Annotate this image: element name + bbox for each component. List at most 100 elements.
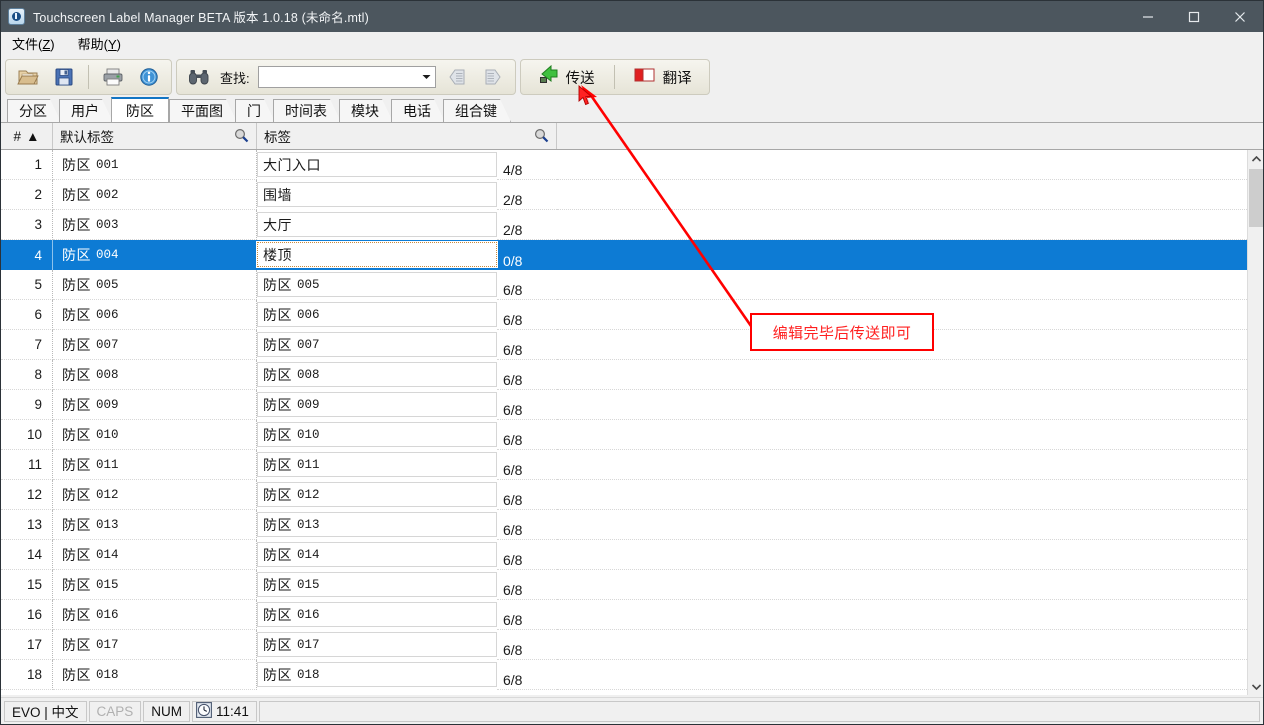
clock-icon — [196, 701, 212, 721]
table-row[interactable]: 9 防区 009 防区 009 6/8 — [1, 390, 1247, 420]
cell-assignment-count: 6/8 — [497, 630, 557, 660]
cell-label[interactable]: 防区 010 — [257, 422, 497, 447]
grid-header-row: # ▲ 默认标签 标签 — [1, 123, 1263, 150]
cell-label[interactable]: 防区 013 — [257, 512, 497, 537]
menu-item-help[interactable]: 帮助(Y) — [76, 32, 131, 55]
column-header-default-label[interactable]: 默认标签 — [53, 123, 257, 149]
chevron-down-icon[interactable] — [418, 67, 435, 87]
row-number: 18 — [1, 660, 53, 690]
cell-filler — [557, 510, 1247, 540]
table-row[interactable]: 12 防区 012 防区 012 6/8 — [1, 480, 1247, 510]
column-header-label[interactable]: 标签 — [257, 123, 557, 149]
table-row[interactable]: 16 防区 016 防区 016 6/8 — [1, 600, 1247, 630]
title-bar: Touchscreen Label Manager BETA 版本 1.0.18… — [1, 1, 1263, 32]
cell-filler — [557, 420, 1247, 450]
table-row[interactable]: 18 防区 018 防区 018 6/8 — [1, 660, 1247, 690]
table-row[interactable]: 14 防区 014 防区 014 6/8 — [1, 540, 1247, 570]
cell-label[interactable]: 防区 008 — [257, 362, 497, 387]
table-row[interactable]: 1 防区 001 大门入口 4/8 — [1, 150, 1247, 180]
toolbar-group-actions: 传送 翻译 — [519, 59, 710, 95]
tab-phone[interactable]: 电话 — [391, 99, 445, 122]
tab-zones[interactable]: 防区 — [111, 97, 169, 122]
scroll-down-icon[interactable] — [1248, 678, 1263, 695]
scroll-up-icon[interactable] — [1248, 150, 1263, 167]
tab-schedules[interactable]: 时间表 — [273, 99, 341, 122]
search-icon[interactable] — [234, 128, 249, 146]
cell-label[interactable]: 防区 011 — [257, 452, 497, 477]
cell-label[interactable]: 防区 009 — [257, 392, 497, 417]
close-icon[interactable] — [1217, 1, 1263, 32]
annotation-callout: 编辑完毕后传送即可 — [750, 313, 934, 351]
cell-label[interactable]: 防区 016 — [257, 602, 497, 627]
row-number: 3 — [1, 210, 53, 240]
cell-label[interactable]: 防区 014 — [257, 542, 497, 567]
table-row[interactable]: 13 防区 013 防区 013 6/8 — [1, 510, 1247, 540]
tab-partitions[interactable]: 分区 — [7, 99, 61, 122]
open-icon[interactable] — [13, 63, 43, 91]
table-row[interactable]: 2 防区 002 围墙 2/8 — [1, 180, 1247, 210]
cell-label[interactable]: 大厅 — [257, 212, 497, 237]
window-title: Touchscreen Label Manager BETA 版本 1.0.18… — [33, 11, 369, 25]
translate-button[interactable]: 翻译 — [624, 62, 702, 92]
cell-label[interactable]: 防区 017 — [257, 632, 497, 657]
cell-label[interactable]: 防区 006 — [257, 302, 497, 327]
tab-modules[interactable]: 模块 — [339, 99, 393, 122]
save-icon[interactable] — [49, 63, 79, 91]
table-row[interactable]: 10 防区 010 防区 010 6/8 — [1, 420, 1247, 450]
menu-bar: 文件(Z) 帮助(Y) — [1, 32, 1263, 56]
cell-assignment-count: 0/8 — [503, 253, 523, 269]
cell-label[interactable]: 防区 015 — [257, 572, 497, 597]
minimize-icon[interactable] — [1125, 1, 1171, 32]
cell-assignment-count: 6/8 — [497, 540, 557, 570]
table-row[interactable]: 4 防区 004 楼顶 0/8 — [1, 240, 1247, 270]
print-icon[interactable] — [98, 63, 128, 91]
binoculars-icon[interactable] — [184, 63, 214, 91]
cell-filler — [557, 210, 1247, 240]
column-header-number[interactable]: # ▲ — [1, 123, 53, 149]
tab-doors[interactable]: 门 — [235, 99, 275, 122]
scrollbar-thumb[interactable] — [1249, 169, 1263, 227]
cell-default-label: 防区 004 — [62, 247, 119, 263]
table-row[interactable]: 5 防区 005 防区 005 6/8 — [1, 270, 1247, 300]
status-panel-caps: CAPS — [88, 700, 142, 722]
cell-label[interactable]: 大门入口 — [257, 152, 497, 177]
table-row[interactable]: 3 防区 003 大厅 2/8 — [1, 210, 1247, 240]
table-row[interactable]: 8 防区 008 防区 008 6/8 — [1, 360, 1247, 390]
cell-label[interactable]: 防区 005 — [257, 272, 497, 297]
find-previous-icon[interactable] — [442, 63, 472, 91]
search-input[interactable] — [257, 66, 436, 88]
cell-filler — [557, 390, 1247, 420]
window-controls — [1125, 1, 1263, 32]
cell-assignment-count: 6/8 — [497, 420, 557, 450]
cell-label[interactable]: 围墙 — [257, 182, 497, 207]
table-row[interactable]: 17 防区 017 防区 017 6/8 — [1, 630, 1247, 660]
cell-default-label: 防区 015 — [53, 570, 257, 600]
transmit-green-icon — [538, 64, 559, 90]
info-icon[interactable] — [134, 63, 164, 91]
search-icon-2[interactable] — [534, 128, 549, 146]
table-row[interactable]: 15 防区 015 防区 015 6/8 — [1, 570, 1247, 600]
cell-label[interactable]: 防区 012 — [257, 482, 497, 507]
row-number: 13 — [1, 510, 53, 540]
cell-assignment-count: 6/8 — [497, 570, 557, 600]
cell-assignment-count: 2/8 — [497, 210, 557, 240]
table-row[interactable]: 7 防区 007 防区 007 6/8 — [1, 330, 1247, 360]
row-number: 16 — [1, 600, 53, 630]
tab-users[interactable]: 用户 — [59, 99, 113, 122]
find-next-icon[interactable] — [478, 63, 508, 91]
row-number: 17 — [1, 630, 53, 660]
cell-label-editing[interactable]: 楼顶 — [256, 241, 498, 268]
vertical-scrollbar[interactable] — [1247, 150, 1263, 695]
grid-rows[interactable]: 1 防区 001 大门入口 4/8 2 防区 002 围墙 2/8 3 防区 003 大厅 2/8 4 防区 00… — [1, 150, 1247, 695]
column-header-number-label: # — [13, 128, 22, 144]
cell-assignment-count: 6/8 — [497, 390, 557, 420]
tab-hotkeys[interactable]: 组合键 — [443, 99, 511, 122]
tab-floorplan[interactable]: 平面图 — [169, 99, 237, 122]
maximize-icon[interactable] — [1171, 1, 1217, 32]
table-row[interactable]: 6 防区 006 防区 006 6/8 — [1, 300, 1247, 330]
table-row[interactable]: 11 防区 011 防区 011 6/8 — [1, 450, 1247, 480]
cell-default-label: 防区 012 — [53, 480, 257, 510]
cell-label[interactable]: 防区 018 — [257, 662, 497, 687]
cell-label[interactable]: 防区 007 — [257, 332, 497, 357]
menu-item-file[interactable]: 文件(Z) — [10, 32, 65, 55]
